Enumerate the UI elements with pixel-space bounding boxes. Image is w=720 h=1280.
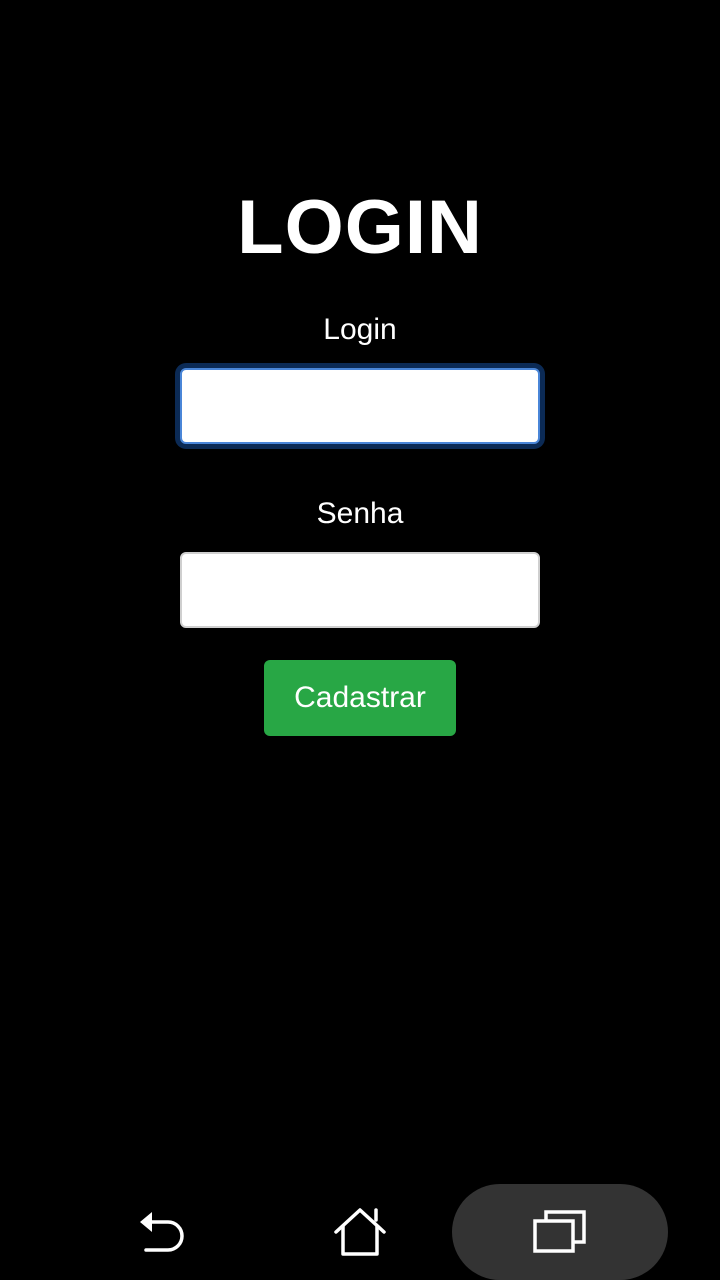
back-icon xyxy=(140,1212,184,1252)
login-screen: LOGIN Login Senha Cadastrar xyxy=(0,0,720,1280)
page-title: LOGIN xyxy=(237,185,483,270)
login-input[interactable] xyxy=(180,368,540,444)
nav-recents-button[interactable] xyxy=(452,1184,668,1280)
cadastrar-button[interactable]: Cadastrar xyxy=(264,660,456,736)
senha-label: Senha xyxy=(316,497,404,530)
senha-input[interactable] xyxy=(180,552,540,628)
home-icon xyxy=(334,1208,386,1256)
login-label: Login xyxy=(323,313,397,346)
system-navigation-bar xyxy=(0,1180,720,1280)
nav-home-button[interactable] xyxy=(310,1184,410,1280)
recents-icon xyxy=(533,1210,586,1253)
nav-back-button[interactable] xyxy=(110,1184,210,1280)
